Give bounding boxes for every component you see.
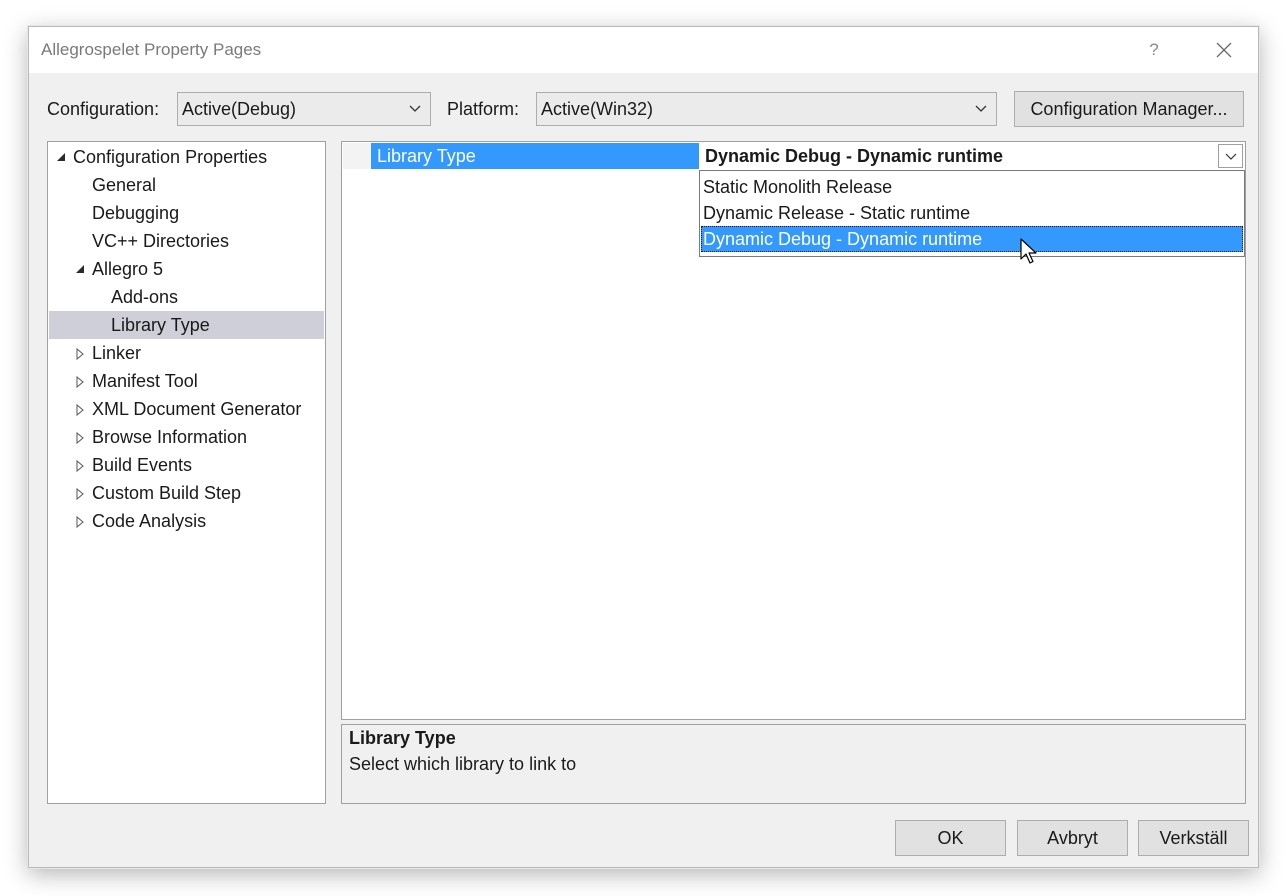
tree-item[interactable]: Build Events — [49, 451, 324, 479]
property-value-cell[interactable]: Dynamic Debug - Dynamic runtime — [699, 143, 1245, 169]
tree-item[interactable]: Browse Information — [49, 423, 324, 451]
dropdown-button[interactable] — [1218, 144, 1243, 168]
tree-item-label: Build Events — [92, 455, 193, 475]
description-title: Library Type — [349, 728, 456, 748]
tree-item[interactable]: Add-ons — [49, 283, 324, 311]
tree-item[interactable]: VC++ Directories — [49, 227, 324, 255]
collapsed-arrow-icon[interactable] — [75, 423, 87, 451]
tree-item-label: Configuration Properties — [73, 147, 268, 167]
platform-select[interactable]: Active(Win32) — [536, 92, 997, 126]
tree-item-label: Allegro 5 — [92, 259, 164, 279]
collapsed-arrow-icon[interactable] — [75, 451, 87, 479]
tree-item-label: Linker — [92, 343, 142, 363]
tree-item[interactable]: Manifest Tool — [49, 367, 324, 395]
configuration-value: Active(Debug) — [182, 99, 297, 119]
chevron-down-icon — [1225, 153, 1237, 160]
expanded-arrow-icon[interactable] — [75, 255, 87, 283]
help-button[interactable]: ? — [1137, 35, 1171, 65]
configuration-manager-button[interactable]: Configuration Manager... — [1014, 91, 1244, 127]
tree-item-label: Browse Information — [92, 427, 248, 447]
tree-item[interactable]: Library Type — [49, 311, 324, 339]
chevron-down-icon — [409, 105, 421, 112]
configuration-select[interactable]: Active(Debug) — [177, 92, 431, 126]
property-pages-dialog: Allegrospelet Property Pages ? Configura… — [28, 26, 1259, 868]
platform-value: Active(Win32) — [541, 99, 654, 119]
library-type-dropdown-list: Static Monolith Release Dynamic Release … — [699, 170, 1245, 257]
apply-button[interactable]: Verkställ — [1138, 820, 1249, 856]
tree-item-label: Code Analysis — [92, 511, 207, 531]
tree-item[interactable]: Linker — [49, 339, 324, 367]
collapsed-arrow-icon[interactable] — [75, 395, 87, 423]
property-name-cell[interactable]: Library Type — [371, 143, 699, 169]
ok-button[interactable]: OK — [895, 820, 1006, 856]
dropdown-option[interactable]: Static Monolith Release — [701, 174, 1243, 200]
tree-item-label: XML Document Generator — [92, 399, 302, 419]
property-tree[interactable]: Configuration Properties General Debugging… — [47, 141, 326, 804]
tree-item[interactable]: Debugging — [49, 199, 324, 227]
cancel-button[interactable]: Avbryt — [1017, 820, 1128, 856]
tree-item[interactable]: Code Analysis — [49, 507, 324, 535]
configuration-label: Configuration: — [47, 99, 160, 119]
tree-item-label: VC++ Directories — [92, 231, 230, 251]
tree-item-label: Library Type — [111, 315, 210, 335]
platform-label: Platform: — [447, 99, 520, 119]
collapsed-arrow-icon[interactable] — [75, 507, 87, 535]
collapsed-arrow-icon[interactable] — [75, 367, 87, 395]
close-button[interactable] — [1207, 35, 1241, 65]
window-title: Allegrospelet Property Pages — [41, 40, 262, 59]
dropdown-option[interactable]: Dynamic Release - Static runtime — [701, 200, 1243, 226]
title-bar: Allegrospelet Property Pages ? — [29, 27, 1258, 73]
collapsed-arrow-icon[interactable] — [75, 339, 87, 367]
chevron-down-icon — [975, 105, 987, 112]
dropdown-option-highlighted[interactable]: Dynamic Debug - Dynamic runtime — [701, 226, 1243, 252]
expanded-arrow-icon[interactable] — [56, 143, 68, 171]
tree-item[interactable]: Configuration Properties — [49, 143, 324, 171]
tree-item-label: Custom Build Step — [92, 483, 242, 503]
description-text: Select which library to link to — [349, 754, 577, 774]
tree-item-label: Debugging — [92, 203, 180, 223]
tree-item-label: General — [92, 175, 157, 195]
mouse-cursor-icon — [1020, 238, 1037, 264]
collapsed-arrow-icon[interactable] — [75, 479, 87, 507]
tree-item[interactable]: Allegro 5 — [49, 255, 324, 283]
tree-item-label: Add-ons — [111, 287, 179, 307]
description-panel: Library Type Select which library to lin… — [341, 724, 1246, 804]
tree-item-label: Manifest Tool — [92, 371, 198, 391]
tree-item[interactable]: General — [49, 171, 324, 199]
tree-item[interactable]: Custom Build Step — [49, 479, 324, 507]
grid-row-margin — [343, 143, 371, 169]
tree-item[interactable]: XML Document Generator — [49, 395, 324, 423]
close-icon — [1216, 42, 1232, 58]
